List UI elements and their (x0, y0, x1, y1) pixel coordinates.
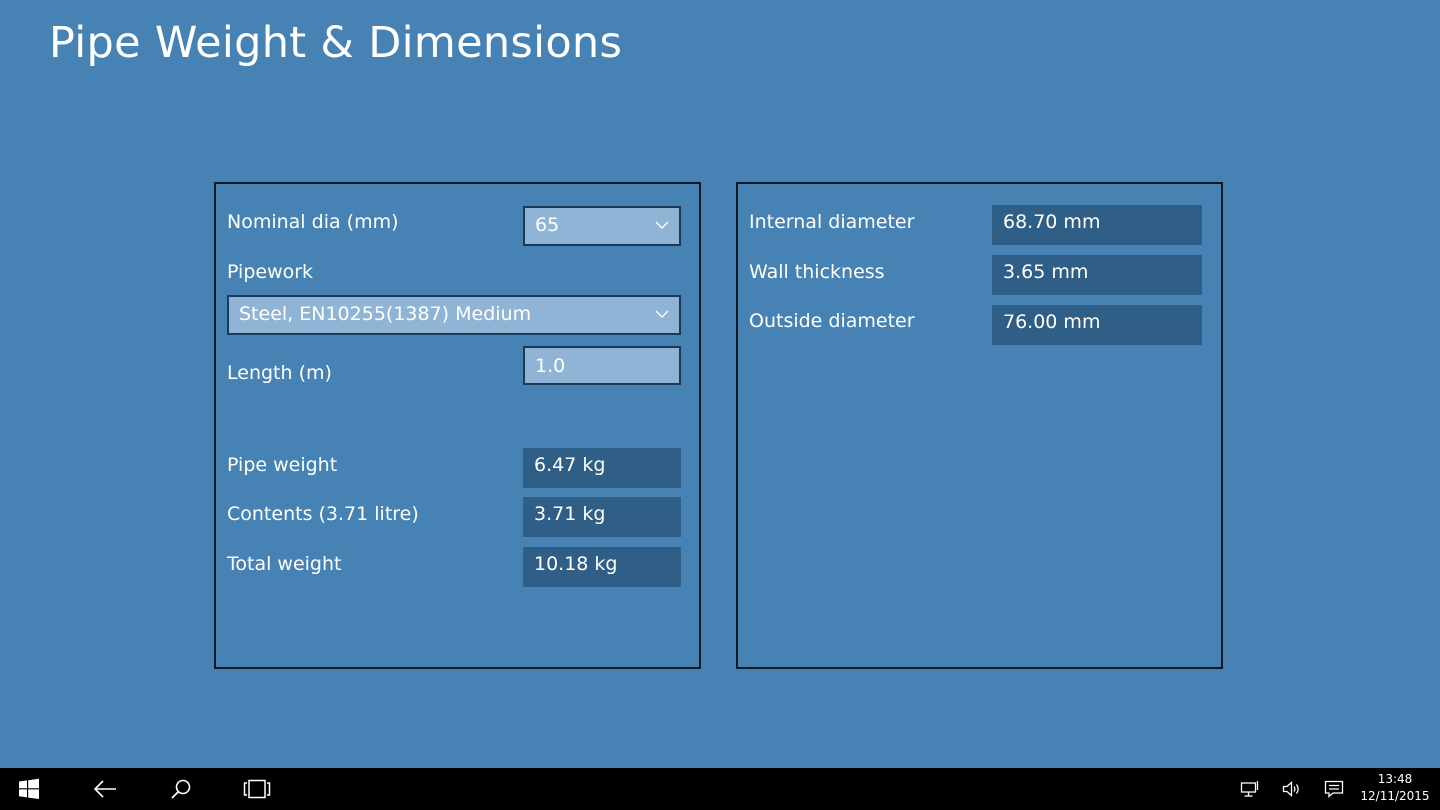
outside-diameter-output: 76.00 mm (992, 305, 1202, 345)
search-button[interactable] (160, 768, 202, 810)
dimensions-panel: Internal diameter 68.70 mm Wall thicknes… (736, 182, 1223, 669)
total-weight-label: Total weight (227, 553, 342, 575)
search-icon (171, 779, 191, 799)
task-view-icon (243, 779, 271, 799)
pipework-value: Steel, EN10255(1387) Medium (239, 303, 532, 325)
clock-date: 12/11/2015 (1360, 789, 1430, 803)
wall-thickness-label: Wall thickness (749, 261, 885, 283)
network-icon (1240, 781, 1259, 797)
app-window: Pipe Weight & Dimensions Nominal dia (mm… (0, 0, 1440, 768)
contents-label: Contents (3.71 litre) (227, 503, 419, 525)
internal-diameter-label: Internal diameter (749, 211, 915, 233)
chevron-down-icon (655, 310, 669, 318)
nominal-dia-value: 65 (535, 214, 560, 236)
volume-icon (1282, 781, 1299, 797)
length-label: Length (m) (227, 362, 332, 384)
network-button[interactable] (1232, 768, 1268, 810)
length-input[interactable] (523, 346, 681, 385)
nominal-dia-dropdown[interactable]: 65 (523, 206, 681, 246)
action-center-button[interactable] (1316, 768, 1352, 810)
nominal-dia-label: Nominal dia (mm) (227, 211, 399, 233)
taskbar: 13:48 12/11/2015 (0, 768, 1440, 810)
back-arrow-icon (93, 780, 116, 798)
action-center-icon (1324, 780, 1344, 798)
page-title: Pipe Weight & Dimensions (49, 18, 623, 68)
input-panel: Nominal dia (mm) 65 Pipework Steel, EN10… (214, 182, 701, 669)
total-weight-output: 10.18 kg (523, 547, 681, 587)
taskbar-clock[interactable]: 13:48 12/11/2015 (1360, 771, 1430, 805)
task-view-button[interactable] (236, 768, 278, 810)
clock-time: 13:48 (1377, 772, 1413, 786)
chevron-down-icon (655, 221, 669, 229)
volume-button[interactable] (1274, 768, 1310, 810)
start-button[interactable] (8, 768, 50, 810)
pipework-dropdown[interactable]: Steel, EN10255(1387) Medium (227, 295, 681, 335)
windows-start-icon (19, 778, 39, 799)
wall-thickness-output: 3.65 mm (992, 255, 1202, 295)
contents-output: 3.71 kg (523, 497, 681, 537)
outside-diameter-label: Outside diameter (749, 310, 915, 332)
back-button[interactable] (84, 768, 126, 810)
pipe-weight-label: Pipe weight (227, 454, 338, 476)
internal-diameter-output: 68.70 mm (992, 205, 1202, 245)
pipework-label: Pipework (227, 261, 314, 283)
pipe-weight-output: 6.47 kg (523, 448, 681, 488)
